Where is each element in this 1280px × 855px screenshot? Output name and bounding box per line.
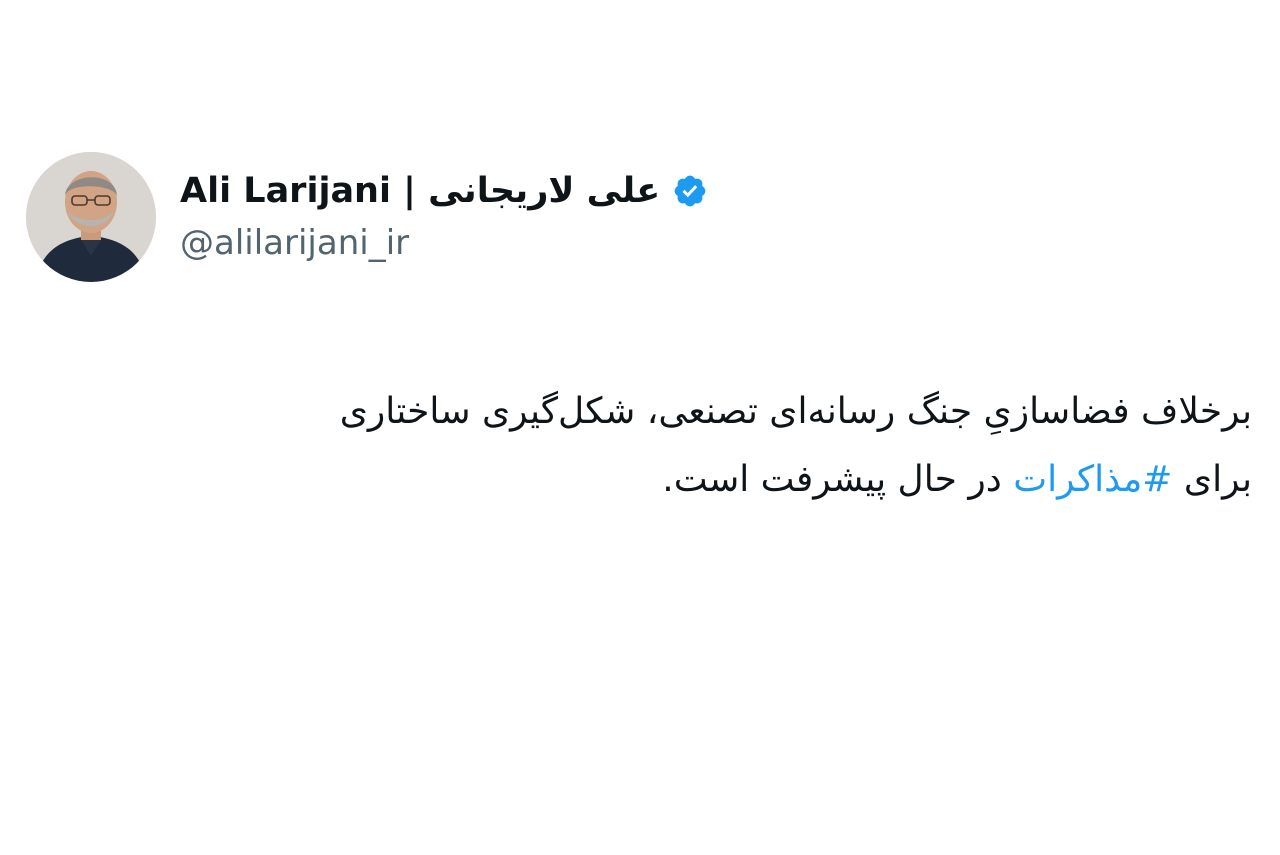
tweet-text-line-2: برای #مذاکرات در حال پیشرفت است. <box>102 446 1252 514</box>
user-handle[interactable]: @alilarijani_ir <box>180 220 409 266</box>
profile-avatar[interactable] <box>26 152 156 282</box>
tweet-text-suffix: در حال پیشرفت است. <box>662 459 1014 500</box>
verified-badge-icon <box>672 173 708 209</box>
hashtag-link[interactable]: #مذاکرات <box>1013 459 1172 500</box>
avatar-portrait-icon <box>26 152 156 282</box>
tweet-text-prefix: برای <box>1172 459 1252 500</box>
tweet-text-line-1: برخلاف فضاسازیِ جنگ رسانه‌ای تصنعی، شکل‌… <box>339 391 1252 432</box>
user-name-row: Ali Larijani | علی لاریجانی <box>180 168 708 214</box>
display-name[interactable]: Ali Larijani | علی لاریجانی <box>180 168 660 214</box>
tweet-card: Ali Larijani | علی لاریجانی @alilarijani… <box>0 0 1280 855</box>
tweet-text: برخلاف فضاسازیِ جنگ رسانه‌ای تصنعی، شکل‌… <box>102 378 1252 514</box>
